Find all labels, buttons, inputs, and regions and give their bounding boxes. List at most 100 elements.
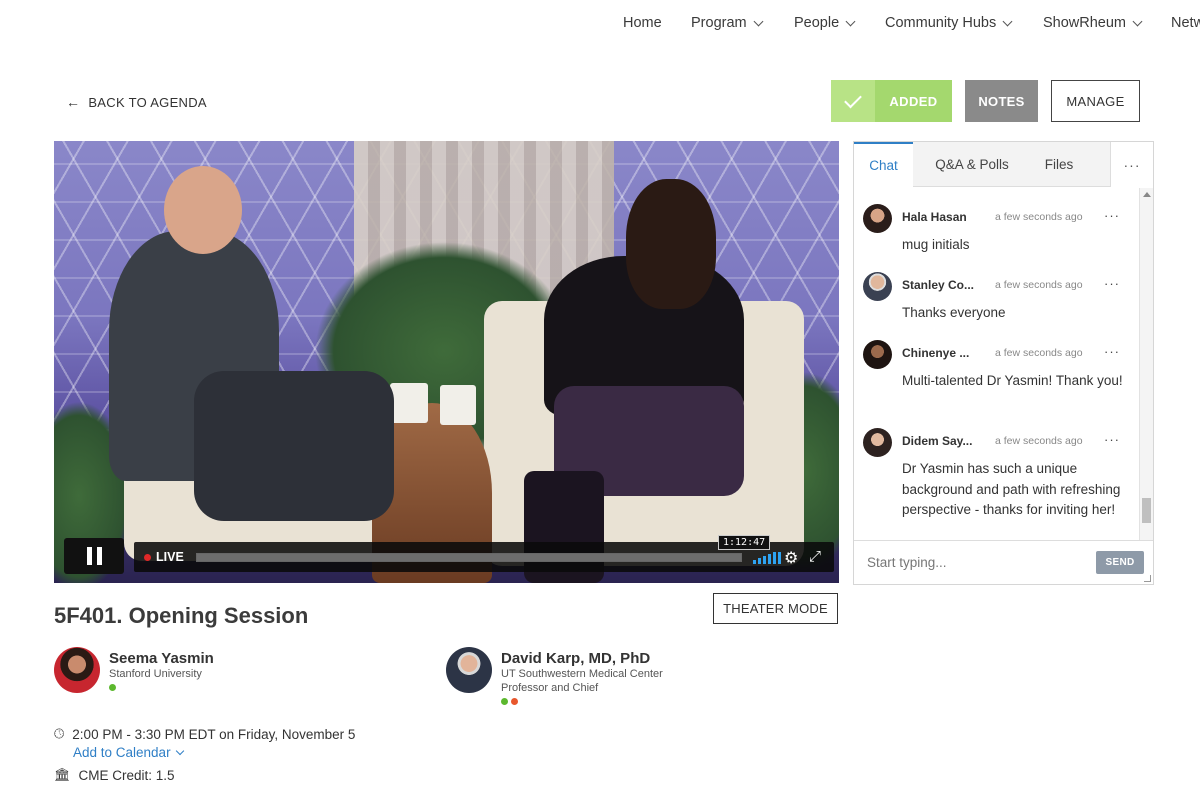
chevron-down-icon — [1002, 16, 1013, 26]
top-navigation: Home Program People Community Hubs ShowR… — [0, 0, 1200, 48]
added-button[interactable]: ADDED — [831, 80, 952, 122]
message-author: Stanley Co... — [902, 278, 975, 292]
nav-item-label: ShowRheum — [1043, 15, 1127, 31]
more-options-icon[interactable]: ··· — [1110, 142, 1153, 187]
message-options-icon[interactable]: ··· — [1104, 344, 1120, 359]
video-person-left-head — [164, 166, 242, 254]
nav-item-program[interactable]: Program — [691, 15, 764, 31]
notes-button[interactable]: NOTES — [965, 80, 1038, 122]
message-options-icon[interactable]: ··· — [1104, 276, 1120, 291]
speaker-name: David Karp, MD, PhD — [501, 650, 651, 667]
message-options-icon[interactable]: ··· — [1104, 432, 1120, 447]
avatar — [863, 428, 892, 457]
send-button[interactable]: SEND — [1096, 551, 1144, 574]
session-time: 🕓︎ 2:00 PM - 3:30 PM EDT on Friday, Nove… — [54, 726, 355, 742]
message-author: Chinenye ... — [902, 346, 970, 360]
scrollbar-thumb[interactable] — [1142, 498, 1151, 523]
pause-icon — [86, 547, 92, 565]
avatar — [863, 272, 892, 301]
chat-tabs: Chat Q&A & Polls Files ··· — [854, 142, 1153, 187]
scroll-up-icon[interactable] — [1143, 192, 1151, 197]
add-calendar-label: Add to Calendar — [73, 745, 171, 760]
nav-item-home[interactable]: Home — [623, 15, 662, 31]
video-person-left-legs — [194, 371, 394, 521]
manage-button[interactable]: MANAGE — [1051, 80, 1140, 122]
pause-icon — [96, 547, 102, 565]
back-to-agenda-link[interactable]: ← BACK TO AGENDA — [66, 94, 207, 110]
session-title: 5F401. Opening Session — [54, 603, 309, 628]
nav-item-label: Netw — [1171, 15, 1200, 31]
speaker-org: Stanford University — [109, 668, 202, 680]
time-tooltip: 1:12:47 — [718, 535, 771, 550]
added-label: ADDED — [889, 93, 938, 109]
chat-messages: Hala Hasan a few seconds ago ··· mug ini… — [854, 188, 1139, 540]
chevron-down-icon — [753, 16, 764, 26]
institution-icon: 🏛︎ — [54, 767, 71, 782]
message-time: a few seconds ago — [995, 435, 1083, 447]
status-dot — [501, 698, 508, 705]
status-dot — [511, 698, 518, 705]
back-label: BACK TO AGENDA — [88, 94, 207, 110]
nav-item-label: People — [794, 15, 840, 31]
clock-icon: 🕓︎ — [54, 726, 65, 741]
message-text: Multi-talented Dr Yasmin! Thank you! — [902, 373, 1123, 388]
live-dot-icon — [144, 553, 151, 561]
resize-handle-icon[interactable] — [1144, 575, 1151, 582]
tab-chat[interactable]: Chat — [854, 142, 913, 187]
cme-credit: 🏛︎ CME Credit: 1.5 — [54, 767, 175, 783]
avatar — [54, 647, 100, 693]
avatar — [863, 204, 892, 233]
speaker-name: Seema Yasmin — [109, 650, 214, 667]
live-indicator: LIVE — [144, 550, 184, 564]
live-label: LIVE — [156, 550, 184, 564]
status-dot — [109, 684, 116, 691]
message-text: Thanks everyone — [902, 305, 1006, 320]
progress-fill — [197, 554, 741, 561]
video-mug — [390, 383, 428, 423]
video-player[interactable]: LIVE ⚙ ⤢ 1:12:47 — [54, 141, 839, 583]
video-mug — [440, 385, 476, 425]
speaker-org: UT Southwestern Medical Center — [501, 668, 663, 680]
speaker-card[interactable]: David Karp, MD, PhD UT Southwestern Medi… — [446, 647, 663, 705]
chevron-down-icon — [175, 746, 184, 756]
cme-credit-text: CME Credit: 1.5 — [78, 767, 175, 783]
nav-item-label: Program — [691, 15, 747, 31]
fullscreen-icon[interactable]: ⤢ — [809, 548, 821, 565]
message-time: a few seconds ago — [995, 211, 1083, 223]
nav-item-label: Community Hubs — [885, 15, 997, 31]
nav-item-showrheum[interactable]: ShowRheum — [1043, 15, 1143, 31]
chat-composer: SEND — [854, 540, 1153, 584]
pause-button[interactable] — [64, 538, 124, 574]
add-to-calendar-link[interactable]: Add to Calendar — [73, 745, 184, 760]
message-text: Dr Yasmin has such a unique background a… — [902, 461, 1121, 517]
message-author: Didem Say... — [902, 434, 973, 448]
signal-strength-icon — [753, 552, 781, 564]
message-time: a few seconds ago — [995, 347, 1083, 359]
avatar — [446, 647, 492, 693]
gear-icon[interactable]: ⚙ — [784, 548, 798, 568]
video-person-right-head — [626, 179, 716, 309]
nav-item-people[interactable]: People — [794, 15, 856, 31]
nav-item-community-hubs[interactable]: Community Hubs — [885, 15, 1013, 31]
chat-panel: Chat Q&A & Polls Files ··· Hala Hasan a … — [853, 141, 1154, 585]
chat-scrollbar[interactable] — [1139, 188, 1153, 540]
tab-files[interactable]: Files — [1030, 142, 1088, 187]
arrow-left-icon: ← — [66, 94, 81, 110]
chat-input[interactable] — [854, 541, 1092, 584]
nav-item-label: Home — [623, 15, 662, 31]
message-text: mug initials — [902, 237, 970, 252]
theater-mode-button[interactable]: THEATER MODE — [713, 593, 838, 624]
status-indicators — [109, 684, 214, 691]
tab-qa-polls[interactable]: Q&A & Polls — [920, 142, 1024, 187]
speaker-role: Professor and Chief — [501, 682, 599, 694]
session-time-text: 2:00 PM - 3:30 PM EDT on Friday, Novembe… — [72, 726, 356, 742]
message-options-icon[interactable]: ··· — [1104, 208, 1120, 223]
checkmark-icon — [831, 80, 875, 122]
progress-bar[interactable] — [196, 553, 742, 562]
nav-item-network[interactable]: Netw — [1171, 15, 1200, 31]
status-indicators — [501, 698, 663, 705]
message-author: Hala Hasan — [902, 210, 967, 224]
speaker-card[interactable]: Seema Yasmin Stanford University — [54, 647, 214, 693]
chevron-down-icon — [845, 16, 856, 26]
chevron-down-icon — [1132, 16, 1143, 26]
